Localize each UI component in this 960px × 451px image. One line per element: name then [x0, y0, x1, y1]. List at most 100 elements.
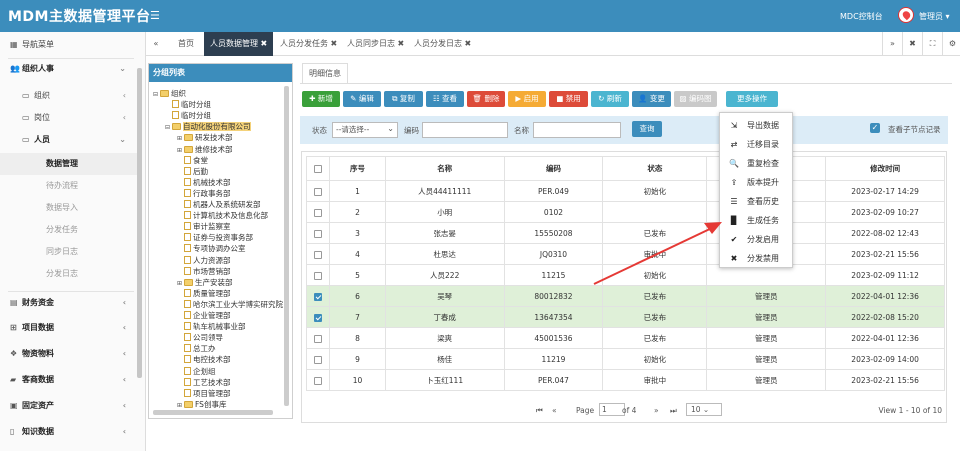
- table-row[interactable]: 3 张志晏 15550208 已发布 2022-08-02 12:43: [305, 222, 945, 244]
- expand-minus-icon[interactable]: ⊟: [165, 122, 172, 133]
- row-select-cell[interactable]: [305, 306, 331, 328]
- first-page-icon[interactable]: ⏮: [536, 406, 543, 416]
- tree-node[interactable]: ⊟ 自动化股份有限公司: [165, 121, 251, 132]
- tree-node[interactable]: 计算机技术及信息化部: [177, 210, 268, 221]
- column-header[interactable]: 名称: [384, 156, 505, 181]
- sidebar-group-finance[interactable]: ▤ 财务资金 ‹: [0, 292, 140, 314]
- select-all-checkbox[interactable]: [314, 165, 323, 173]
- table-row[interactable]: 10 卜玉红111 PER.047 审批中 管理员 2023-02-21 15:56: [305, 369, 945, 391]
- table-row[interactable]: 9 杨佳 11219 初始化 管理员 2023-02-09 14:00: [305, 348, 945, 370]
- tree-node[interactable]: 行政事务部: [177, 188, 231, 199]
- tree-node[interactable]: 哈尔滨工业大学博实研究院: [177, 299, 283, 310]
- query-button[interactable]: 查询: [632, 121, 662, 137]
- menu-item[interactable]: ▉ 生成任务: [720, 211, 792, 230]
- tree-node[interactable]: 食堂: [177, 155, 208, 166]
- row-select-cell[interactable]: [305, 180, 331, 202]
- row-select-cell[interactable]: [305, 222, 331, 244]
- row-checkbox[interactable]: [314, 292, 323, 301]
- row-checkbox[interactable]: [314, 334, 323, 343]
- sidebar-group-customer[interactable]: ▰ 客商数据 ‹: [0, 369, 140, 391]
- row-select-cell[interactable]: [305, 243, 331, 265]
- table-row[interactable]: 1 人员44411111 PER.049 初始化 2023-02-17 14:29: [305, 180, 945, 202]
- sidebar-item-post[interactable]: ▭ 岗位 ‹: [0, 107, 140, 129]
- row-checkbox[interactable]: [314, 271, 323, 280]
- menu-item[interactable]: ✖ 分发禁用: [720, 249, 792, 268]
- row-select-cell[interactable]: [305, 369, 331, 391]
- tab-person-sync-log[interactable]: 人员同步日志 ✖: [347, 32, 404, 56]
- toolbar-button[interactable]: 👤 变更: [632, 91, 671, 107]
- menu-item[interactable]: ⇄ 迁移目录: [720, 135, 792, 154]
- avatar[interactable]: [898, 7, 914, 23]
- row-select-cell[interactable]: [305, 327, 331, 349]
- sidebar-item-person[interactable]: ▭ 人员 ⌄: [0, 129, 140, 151]
- table-row[interactable]: 4 杜思达 JQ0310 审批中 2023-02-21 15:56: [305, 243, 945, 265]
- toolbar-button[interactable]: ▶ 启用: [508, 91, 546, 107]
- row-checkbox[interactable]: [314, 187, 323, 196]
- tab-home[interactable]: 首页: [178, 32, 194, 56]
- toolbar-button[interactable]: ✚ 新增: [302, 91, 340, 107]
- tree-node[interactable]: 专项协调办公室: [177, 243, 246, 254]
- menu-item[interactable]: ⇪ 版本提升: [720, 173, 792, 192]
- name-input[interactable]: [533, 122, 621, 138]
- select-all-cell[interactable]: [305, 156, 331, 181]
- menu-item[interactable]: ⇲ 导出数据: [720, 116, 792, 135]
- tree-node[interactable]: 机械技术部: [177, 177, 231, 188]
- prev-page-icon[interactable]: «: [552, 406, 557, 415]
- tree-node[interactable]: 临时分组: [165, 110, 211, 121]
- toolbar-button[interactable]: ✎ 编辑: [343, 91, 381, 107]
- close-icon[interactable]: ✖: [331, 39, 338, 48]
- page-size-select[interactable]: 10 ⌄: [686, 403, 722, 416]
- table-row[interactable]: 2 小明 0102 2023-02-09 10:27: [305, 201, 945, 223]
- menu-toggle-icon[interactable]: ☰: [150, 9, 160, 22]
- row-checkbox[interactable]: [314, 250, 323, 259]
- tree-node[interactable]: 审计监察室: [177, 221, 231, 232]
- menu-item[interactable]: ☰ 查看历史: [720, 192, 792, 211]
- tree-node[interactable]: ⊞ FS创事库: [177, 399, 226, 410]
- tree-node[interactable]: 项目管理部: [177, 388, 231, 399]
- tab-person-data[interactable]: 人员数据管理 ✖: [204, 32, 274, 56]
- sidebar-group-knowledge[interactable]: ▯ 知识数据 ‹: [0, 421, 140, 443]
- expand-minus-icon[interactable]: ⊟: [153, 89, 160, 100]
- tree-node[interactable]: 总工办: [177, 343, 216, 354]
- sidebar-group-material[interactable]: ❖ 物资物料 ‹: [0, 343, 140, 365]
- tree-node[interactable]: 证券与投资事务部: [177, 232, 253, 243]
- sidebar-item-data-manage[interactable]: 数据管理: [0, 153, 140, 175]
- tree-node[interactable]: 临时分组: [165, 99, 211, 110]
- tree-node[interactable]: 机器人及系统研发部: [177, 199, 261, 210]
- column-header[interactable]: 状态: [602, 156, 708, 181]
- tree-node[interactable]: 企业管理部: [177, 310, 231, 321]
- tree-node[interactable]: 企划组: [177, 366, 216, 377]
- column-header[interactable]: 编码: [503, 156, 604, 181]
- tab-detail-info[interactable]: 明细信息: [302, 63, 348, 83]
- sidebar-item-dist-task[interactable]: 分发任务: [0, 219, 140, 241]
- gear-icon[interactable]: ⚙: [942, 32, 960, 56]
- tab-scroll-right-icon[interactable]: »: [882, 32, 902, 56]
- tab-close-menu-icon[interactable]: ✖: [902, 32, 922, 56]
- last-page-icon[interactable]: ⏭: [670, 406, 677, 416]
- next-page-icon[interactable]: »: [654, 406, 659, 415]
- fullscreen-icon[interactable]: ⛶: [922, 32, 942, 56]
- toolbar-button[interactable]: ↻ 刷新: [591, 91, 629, 107]
- toolbar-button[interactable]: 🗑 删除: [467, 91, 505, 107]
- code-input[interactable]: [422, 122, 508, 138]
- tree-node[interactable]: 轨车机械事业部: [177, 321, 246, 332]
- tree-node[interactable]: 市场营销部: [177, 266, 231, 277]
- sidebar-group-asset[interactable]: ▣ 固定资产 ‹: [0, 395, 140, 417]
- menu-item[interactable]: ✔ 分发启用: [720, 230, 792, 249]
- tree-node[interactable]: 后勤: [177, 166, 208, 177]
- tree-node[interactable]: ⊞ 维修技术部: [177, 144, 233, 155]
- table-row[interactable]: 7 丁春成 13647354 已发布 管理员 2022-02-08 15:20: [305, 306, 945, 328]
- row-select-cell[interactable]: [305, 348, 331, 370]
- status-select[interactable]: --请选择--: [332, 122, 398, 138]
- sidebar-scrollbar[interactable]: [137, 68, 142, 378]
- tab-scroll-left-icon[interactable]: «: [146, 32, 166, 56]
- sidebar-item-todo[interactable]: 待办流程: [0, 175, 140, 197]
- close-icon[interactable]: ✖: [261, 39, 268, 48]
- row-checkbox[interactable]: [314, 355, 323, 364]
- sidebar-item-import[interactable]: 数据导入: [0, 197, 140, 219]
- table-row[interactable]: 8 梁爽 45001536 已发布 管理员 2022-04-01 12:36: [305, 327, 945, 349]
- user-menu[interactable]: 管理员 ▾: [919, 11, 950, 22]
- row-checkbox[interactable]: [314, 208, 323, 217]
- show-child-checkbox[interactable]: ✓: [870, 123, 880, 133]
- table-row[interactable]: 6 吴琴 80012832 已发布 管理员 2022-04-01 12:36: [305, 285, 945, 307]
